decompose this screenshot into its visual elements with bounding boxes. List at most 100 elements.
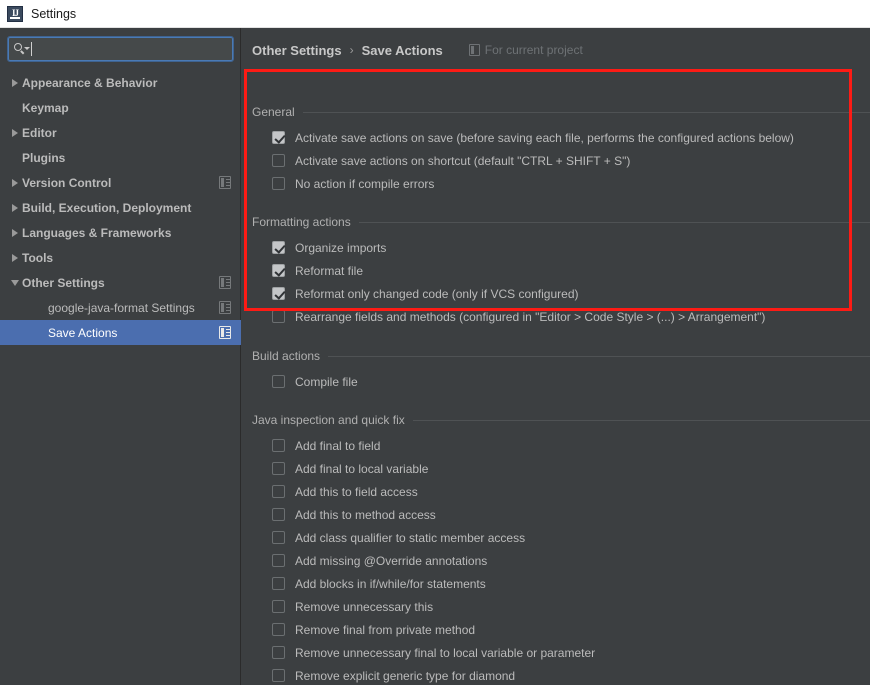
option-list: Add final to field Add final to local var… [242,434,870,685]
checkbox-row[interactable]: Organize imports [242,236,870,259]
sidebar-item-label: Save Actions [48,325,118,340]
group-title: Build actions [252,349,321,363]
checkbox-unchecked-icon[interactable] [272,531,285,544]
project-scope-icon [219,176,231,189]
sidebar-item-google-java-format-settings[interactable]: google-java-format Settings [0,295,241,320]
chevron-down-icon[interactable] [8,279,22,286]
sidebar-item-label: Tools [22,250,54,265]
checkbox-label: Add blocks in if/while/for statements [295,576,486,591]
chevron-right-icon[interactable] [8,203,22,212]
breadcrumb: Other Settings › Save Actions For curren… [252,41,583,59]
search-field-wrapper[interactable] [7,36,234,62]
sidebar-item-keymap[interactable]: Keymap [0,95,241,120]
sidebar-item-version-control[interactable]: Version Control [0,170,241,195]
option-group-java-inspection-and-quick-fix: Java inspection and quick fix Add final t… [242,412,870,685]
checkbox-unchecked-icon[interactable] [272,646,285,659]
sidebar-item-plugins[interactable]: Plugins [0,145,241,170]
group-title: General [252,105,295,119]
checkbox-row[interactable]: Remove explicit generic type for diamond [242,664,870,685]
checkbox-label: Organize imports [295,240,387,255]
group-title: Java inspection and quick fix [252,413,405,427]
checkbox-label: Add missing @Override annotations [295,553,488,568]
group-divider [302,111,870,113]
sidebar-item-save-actions[interactable]: Save Actions [0,320,241,345]
checkbox-unchecked-icon[interactable] [272,623,285,636]
checkbox-unchecked-icon[interactable] [272,375,285,388]
checkbox-unchecked-icon[interactable] [272,439,285,452]
checkbox-unchecked-icon[interactable] [272,669,285,682]
settings-options-body: General Activate save actions on save (be… [242,66,870,685]
checkbox-label: No action if compile errors [295,176,435,191]
checkbox-row[interactable]: Add final to field [242,434,870,457]
checkbox-row[interactable]: Add final to local variable [242,457,870,480]
checkbox-row[interactable]: Remove unnecessary this [242,595,870,618]
chevron-right-icon[interactable] [8,178,22,187]
breadcrumb-current: Save Actions [361,42,443,58]
sidebar-item-label: Plugins [22,150,66,165]
checkbox-row[interactable]: Reformat file [242,259,870,282]
checkbox-row[interactable]: Remove final from private method [242,618,870,641]
group-header: General [242,104,870,120]
breadcrumb-parent[interactable]: Other Settings [252,43,342,58]
group-header: Java inspection and quick fix [242,412,870,428]
checkbox-row[interactable]: Add this to field access [242,480,870,503]
search-box[interactable] [7,36,234,62]
search-input[interactable] [31,38,232,60]
sidebar-item-editor[interactable]: Editor [0,120,241,145]
checkbox-checked-icon[interactable] [272,264,285,277]
window-titlebar: IJ Settings [0,0,870,28]
checkbox-checked-icon[interactable] [272,241,285,254]
checkbox-checked-icon[interactable] [272,287,285,300]
sidebar-item-label: Editor [22,125,57,140]
chevron-right-icon[interactable] [8,228,22,237]
sidebar-item-label: google-java-format Settings [48,300,195,315]
chevron-right-icon[interactable] [8,253,22,262]
checkbox-unchecked-icon[interactable] [272,508,285,521]
checkbox-unchecked-icon[interactable] [272,310,285,323]
search-icon [13,42,31,56]
checkbox-row[interactable]: Add blocks in if/while/for statements [242,572,870,595]
project-scope-label: For current project [484,43,583,57]
checkbox-unchecked-icon[interactable] [272,462,285,475]
checkbox-row[interactable]: Add missing @Override annotations [242,549,870,572]
checkbox-label: Remove unnecessary this [295,599,434,614]
checkbox-label: Add this to method access [295,507,436,522]
settings-tree: Appearance & Behavior Keymap Editor Plugins… [0,70,241,685]
checkbox-label: Remove explicit generic type for diamond [295,668,516,683]
checkbox-label: Activate save actions on shortcut (defau… [295,153,631,168]
sidebar-item-label: Keymap [22,100,69,115]
checkbox-row[interactable]: Reformat only changed code (only if VCS … [242,282,870,305]
sidebar-item-tools[interactable]: Tools [0,245,241,270]
option-group-formatting-actions: Formatting actions Organize imports Reform… [242,214,870,328]
checkbox-unchecked-icon[interactable] [272,485,285,498]
checkbox-unchecked-icon[interactable] [272,554,285,567]
checkbox-checked-icon[interactable] [272,131,285,144]
checkbox-label: Compile file [295,374,358,389]
sidebar-item-build-execution-deployment[interactable]: Build, Execution, Deployment [0,195,241,220]
chevron-right-icon[interactable] [8,128,22,137]
option-list: Compile file [242,370,870,393]
checkbox-unchecked-icon[interactable] [272,154,285,167]
checkbox-row[interactable]: Add this to method access [242,503,870,526]
project-scope-icon [219,326,231,339]
checkbox-row[interactable]: Add class qualifier to static member acc… [242,526,870,549]
checkbox-row[interactable]: Activate save actions on save (before sa… [242,126,870,149]
checkbox-row[interactable]: Rearrange fields and methods (configured… [242,305,870,328]
project-scope-icon [219,301,231,314]
text-cursor [31,42,32,56]
checkbox-unchecked-icon[interactable] [272,600,285,613]
sidebar-item-other-settings[interactable]: Other Settings [0,270,241,295]
chevron-right-icon[interactable] [8,78,22,87]
group-divider [412,419,870,421]
sidebar-item-languages-frameworks[interactable]: Languages & Frameworks [0,220,241,245]
option-group-general: General Activate save actions on save (be… [242,104,870,195]
option-group-build-actions: Build actions Compile file [242,348,870,393]
checkbox-row[interactable]: Compile file [242,370,870,393]
checkbox-unchecked-icon[interactable] [272,577,285,590]
checkbox-row[interactable]: No action if compile errors [242,172,870,195]
sidebar-item-appearance-behavior[interactable]: Appearance & Behavior [0,70,241,95]
checkbox-row[interactable]: Remove unnecessary final to local variab… [242,641,870,664]
checkbox-label: Add final to field [295,438,381,453]
checkbox-row[interactable]: Activate save actions on shortcut (defau… [242,149,870,172]
checkbox-unchecked-icon[interactable] [272,177,285,190]
